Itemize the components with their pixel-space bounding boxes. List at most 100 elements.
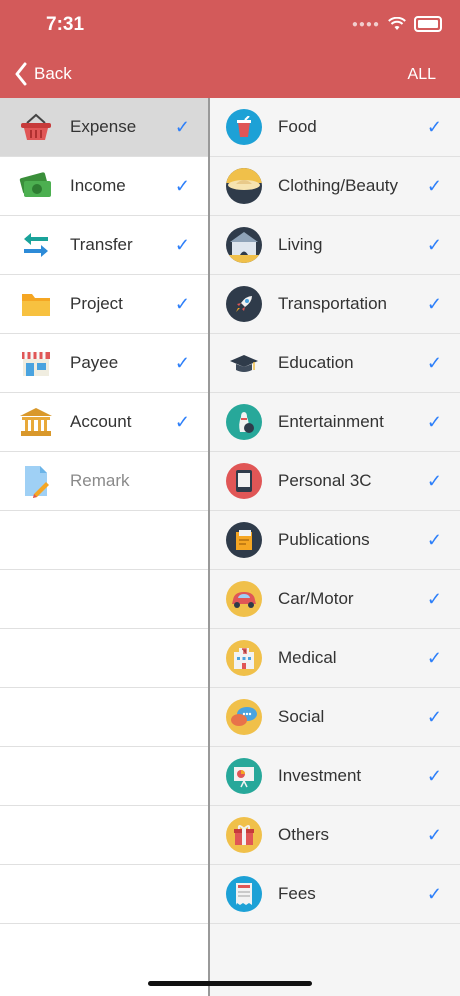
hospital-icon: [226, 640, 262, 676]
category-row-fees[interactable]: Fees ✓: [210, 865, 460, 924]
category-row-transportation[interactable]: Transportation ✓: [210, 275, 460, 334]
type-row-project[interactable]: Project ✓: [0, 275, 208, 334]
checkmark-icon: ✓: [426, 294, 442, 314]
checkmark-icon: ✓: [426, 471, 442, 491]
type-label: Remark: [70, 471, 130, 490]
category-label: Personal 3C: [278, 471, 372, 490]
checkmark-icon: ✓: [426, 766, 442, 786]
category-label: Education: [278, 353, 354, 372]
category-label: Others: [278, 825, 330, 844]
checkmark-icon: ✓: [174, 412, 190, 432]
checkmark-icon: ✓: [426, 412, 442, 432]
back-label: Back: [34, 64, 72, 83]
type-label: Payee: [70, 353, 119, 372]
empty-row: [0, 629, 208, 688]
note-pencil-icon: [18, 463, 54, 499]
type-row-income[interactable]: Income ✓: [0, 157, 208, 216]
category-list: Food ✓ Clothing/Beauty ✓ Living ✓ Transp…: [210, 98, 460, 996]
type-row-transfer[interactable]: Transfer ✓: [0, 216, 208, 275]
folder-icon: [18, 286, 54, 322]
type-label: Project: [70, 294, 123, 313]
category-row-clothing[interactable]: Clothing/Beauty ✓: [210, 157, 460, 216]
type-label: Account: [70, 412, 132, 431]
type-row-remark[interactable]: Remark: [0, 452, 208, 511]
category-label: Publications: [278, 530, 370, 549]
signal-icon: ●●●●: [351, 18, 380, 30]
checkmark-icon: ✓: [426, 176, 442, 196]
type-label: Income: [70, 176, 126, 195]
category-label: Investment: [278, 766, 362, 785]
checkmark-icon: ✓: [426, 117, 442, 137]
checkmark-icon: ✓: [174, 235, 190, 255]
checkmark-icon: ✓: [174, 176, 190, 196]
battery-icon: [414, 16, 442, 32]
type-list: Expense ✓ Income ✓ Transfer ✓ Project ✓ …: [0, 98, 208, 996]
category-row-living[interactable]: Living ✓: [210, 216, 460, 275]
empty-row: [0, 511, 208, 570]
receipt-icon: [226, 876, 262, 912]
empty-row: [0, 806, 208, 865]
bowling-icon: [226, 404, 262, 440]
empty-row: [0, 688, 208, 747]
category-row-publications[interactable]: Publications ✓: [210, 511, 460, 570]
nav-bar: 7:31 ●●●● Back ALL: [0, 0, 460, 98]
category-label: Car/Motor: [278, 589, 354, 608]
checkmark-icon: ✓: [426, 589, 442, 609]
category-label: Clothing/Beauty: [278, 176, 399, 195]
chat-icon: [226, 699, 262, 735]
checkmark-icon: ✓: [174, 294, 190, 314]
house-icon: [226, 227, 262, 263]
wifi-icon: [388, 17, 406, 30]
category-label: Medical: [278, 648, 337, 667]
checkmark-icon: ✓: [426, 825, 442, 845]
checkmark-icon: ✓: [426, 530, 442, 550]
category-label: Social: [278, 707, 325, 726]
checkmark-icon: ✓: [426, 648, 442, 668]
status-icons: ●●●●: [352, 16, 442, 32]
money-icon: [18, 168, 54, 204]
category-label: Food: [278, 117, 317, 136]
category-row-food[interactable]: Food ✓: [210, 98, 460, 157]
checkmark-icon: ✓: [426, 353, 442, 373]
back-button[interactable]: Back: [14, 62, 72, 86]
type-row-payee[interactable]: Payee ✓: [0, 334, 208, 393]
phone-icon: [226, 463, 262, 499]
empty-row: [0, 865, 208, 924]
category-row-education[interactable]: Education ✓: [210, 334, 460, 393]
type-row-expense[interactable]: Expense ✓: [0, 98, 208, 157]
checkmark-icon: ✓: [426, 884, 442, 904]
category-row-investment[interactable]: Investment ✓: [210, 747, 460, 806]
empty-row: [0, 747, 208, 806]
car-icon: [226, 581, 262, 617]
hat-icon: [226, 168, 262, 204]
category-row-entertainment[interactable]: Entertainment ✓: [210, 393, 460, 452]
gift-icon: [226, 817, 262, 853]
drink-icon: [226, 109, 262, 145]
home-indicator[interactable]: [148, 981, 312, 986]
checkmark-icon: ✓: [426, 235, 442, 255]
all-button[interactable]: ALL: [408, 66, 436, 84]
category-row-social[interactable]: Social ✓: [210, 688, 460, 747]
checkmark-icon: ✓: [426, 707, 442, 727]
category-label: Living: [278, 235, 323, 254]
category-row-medical[interactable]: Medical ✓: [210, 629, 460, 688]
shop-icon: [18, 345, 54, 381]
checkmark-icon: ✓: [174, 353, 190, 373]
category-row-personal-3c[interactable]: Personal 3C ✓: [210, 452, 460, 511]
bank-icon: [18, 404, 54, 440]
empty-row: [0, 570, 208, 629]
transfer-arrows-icon: [18, 227, 54, 263]
basket-icon: [18, 109, 54, 145]
chevron-left-icon: [15, 62, 27, 86]
category-row-others[interactable]: Others ✓: [210, 806, 460, 865]
type-label: Transfer: [70, 235, 133, 254]
book-icon: [226, 522, 262, 558]
graduation-cap-icon: [226, 345, 262, 381]
type-label: Expense: [70, 117, 137, 136]
status-time: 7:31: [46, 14, 85, 35]
rocket-icon: [226, 286, 262, 322]
type-row-account[interactable]: Account ✓: [0, 393, 208, 452]
checkmark-icon: ✓: [174, 117, 190, 137]
category-row-car-motor[interactable]: Car/Motor ✓: [210, 570, 460, 629]
presentation-icon: [226, 758, 262, 794]
